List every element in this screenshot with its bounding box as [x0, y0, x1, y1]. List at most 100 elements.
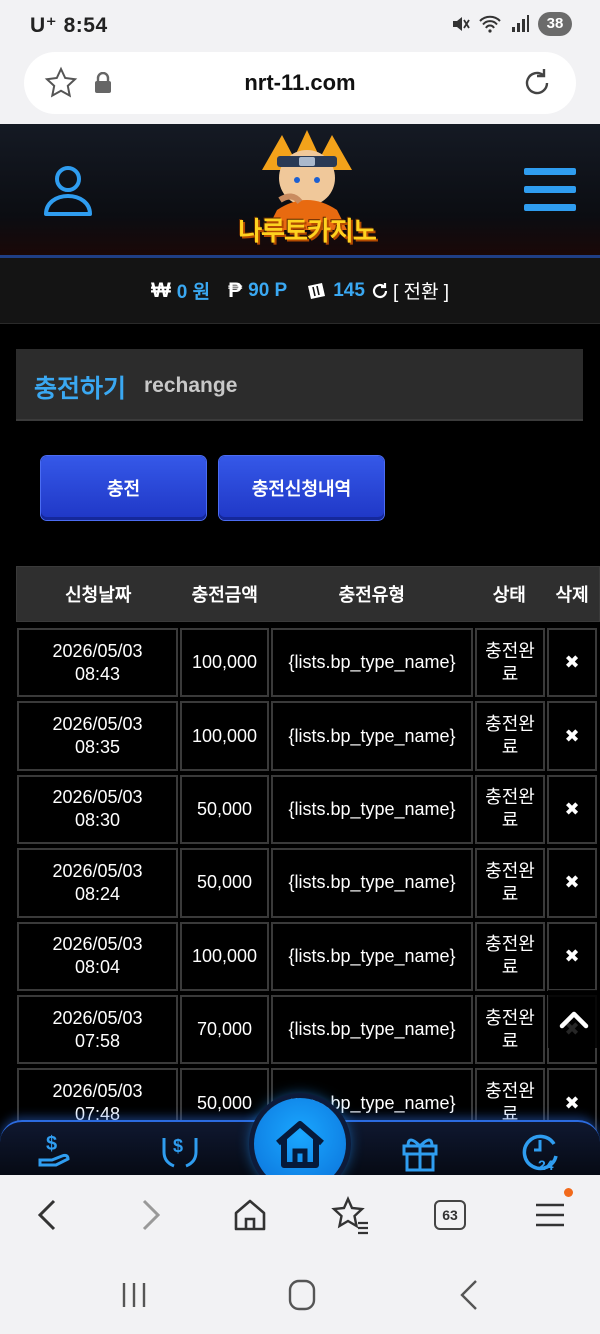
row-date: 2026/05/03 07:58 [17, 994, 178, 1065]
battery-badge: 38 [538, 12, 572, 36]
table-row: 2026/05/03 08:24 50,000 {lists.bp_type_na… [16, 846, 600, 919]
withdraw-hands-icon[interactable]: $ [158, 1130, 202, 1174]
chevron-up-icon [559, 1011, 589, 1029]
convert-button[interactable]: [ 전환 ] [371, 277, 449, 304]
delete-icon[interactable]: ✖ [547, 628, 597, 698]
back-icon[interactable] [28, 1195, 68, 1235]
row-status: 충전완료 [475, 774, 545, 845]
support-24-icon[interactable]: 24 [518, 1130, 562, 1174]
system-home-icon[interactable] [282, 1277, 322, 1313]
balance-bar: ₩ 0 원 ₱ 90 P 145 [ 전환 ] [0, 258, 600, 324]
row-date: 2026/05/03 08:35 [17, 701, 178, 771]
row-amount: 50,000 [180, 774, 269, 845]
chip-value: 145 [333, 279, 365, 301]
page-title: 충전하기 [34, 375, 127, 403]
reload-icon[interactable] [520, 66, 554, 100]
table-header: 신청날짜 충전금액 충전유형 상태 삭제 [16, 566, 600, 622]
page-title-panel: 충전하기 rechange [16, 349, 583, 421]
status-icons: 38 [450, 12, 572, 36]
row-status: 충전완료 [475, 701, 545, 771]
convert-label: [ 전환 ] [392, 282, 450, 303]
row-status: 충전완료 [475, 921, 545, 991]
hamburger-menu-icon[interactable] [524, 166, 576, 214]
header-status: 상태 [492, 585, 526, 605]
svg-text:24: 24 [538, 1157, 554, 1173]
signal-icon [512, 15, 529, 32]
delete-icon[interactable]: ✖ [547, 848, 597, 918]
point-balance: ₱ 90 P [228, 279, 287, 303]
row-type: {lists.bp_type_name} [271, 921, 473, 991]
site-logo[interactable]: 나루토카지노 [222, 130, 392, 252]
url-bar[interactable]: nrt-11.com [24, 52, 576, 114]
carrier-label: U⁺ [30, 14, 58, 37]
charge-history-table: 신청날짜 충전금액 충전유형 상태 삭제 2026/05/03 08:43 100… [16, 566, 600, 1140]
row-date: 2026/05/03 08:30 [17, 774, 178, 845]
mute-icon [453, 17, 470, 31]
recent-apps-icon[interactable] [114, 1277, 154, 1313]
table-row: 2026/05/03 08:04 100,000 {lists.bp_type_n… [16, 920, 600, 993]
point-icon: ₱ [228, 278, 243, 302]
forward-icon[interactable] [130, 1195, 170, 1235]
svg-text:$: $ [173, 1136, 183, 1156]
row-status: 충전완료 [475, 994, 545, 1065]
cash-balance: ₩ 0 원 [151, 277, 210, 304]
status-carrier-time: U⁺ 8:54 [30, 13, 108, 38]
gift-icon[interactable] [398, 1130, 442, 1174]
row-amount: 100,000 [180, 628, 269, 698]
browser-url-area: nrt-11.com [0, 52, 600, 124]
row-amount: 100,000 [180, 921, 269, 991]
cash-value: 0 원 [176, 282, 211, 303]
logo-text: 나루토카지노 [238, 216, 377, 246]
url-text[interactable]: nrt-11.com [24, 70, 576, 96]
browser-menu-icon[interactable] [530, 1195, 570, 1235]
delete-icon[interactable]: ✖ [547, 921, 597, 991]
home-icon [276, 1121, 324, 1168]
bookmarks-icon[interactable] [330, 1195, 370, 1235]
wifi-icon [479, 15, 501, 33]
chip-balance: 145 [ 전환 ] [305, 277, 449, 304]
row-date: 2026/05/03 08:43 [17, 628, 178, 698]
row-amount: 50,000 [180, 848, 269, 918]
row-date: 2026/05/03 08:04 [17, 921, 178, 991]
browser-toolbar [0, 1175, 600, 1255]
row-status: 충전완료 [475, 628, 545, 698]
deposit-hand-icon[interactable]: $ [38, 1130, 82, 1174]
row-amount: 100,000 [180, 701, 269, 771]
clock-time: 8:54 [63, 14, 108, 37]
system-back-icon[interactable] [450, 1277, 490, 1313]
row-amount: 70,000 [180, 994, 269, 1065]
table-row: 2026/05/03 08:43 100,000 {lists.bp_type_n… [16, 626, 600, 699]
point-value: 90 P [248, 279, 288, 301]
header-amount: 충전금액 [191, 585, 258, 605]
delete-icon[interactable]: ✖ [547, 701, 597, 771]
won-icon: ₩ [150, 278, 171, 302]
site-header: 나루토카지노 [0, 124, 600, 258]
refresh-icon [372, 282, 388, 298]
header-date: 신청날짜 [65, 585, 132, 605]
system-nav-bar [0, 1255, 600, 1334]
table-row: 2026/05/03 07:58 70,000 {lists.bp_type_na… [16, 993, 600, 1066]
browser-home-icon[interactable] [230, 1195, 270, 1235]
status-bar: U⁺ 8:54 38 [0, 0, 600, 52]
svg-text:$: $ [46, 1133, 57, 1155]
row-date: 2026/05/03 08:24 [17, 848, 178, 918]
row-type: {lists.bp_type_name} [271, 994, 473, 1065]
header-delete: 삭제 [555, 585, 589, 605]
tab-charge-history-button[interactable]: 충전신청내역 [219, 456, 384, 520]
row-status: 충전완료 [475, 848, 545, 918]
page-subtitle: rechange [144, 374, 238, 397]
tabs-count-button[interactable]: 63 [434, 1200, 466, 1230]
notification-dot [564, 1188, 573, 1197]
row-type: {lists.bp_type_name} [271, 848, 473, 918]
header-type: 충전유형 [338, 585, 405, 605]
scroll-to-top-button[interactable] [548, 990, 600, 1048]
row-type: {lists.bp_type_name} [271, 701, 473, 771]
delete-icon[interactable]: ✖ [547, 774, 597, 845]
user-profile-icon[interactable] [40, 162, 96, 218]
tab-charge-button[interactable]: 충전 [41, 456, 206, 520]
row-type: {lists.bp_type_name} [271, 628, 473, 698]
row-type: {lists.bp_type_name} [271, 774, 473, 845]
table-row: 2026/05/03 08:30 50,000 {lists.bp_type_na… [16, 773, 600, 846]
ticket-icon [308, 282, 326, 299]
table-row: 2026/05/03 08:35 100,000 {lists.bp_type_n… [16, 699, 600, 772]
